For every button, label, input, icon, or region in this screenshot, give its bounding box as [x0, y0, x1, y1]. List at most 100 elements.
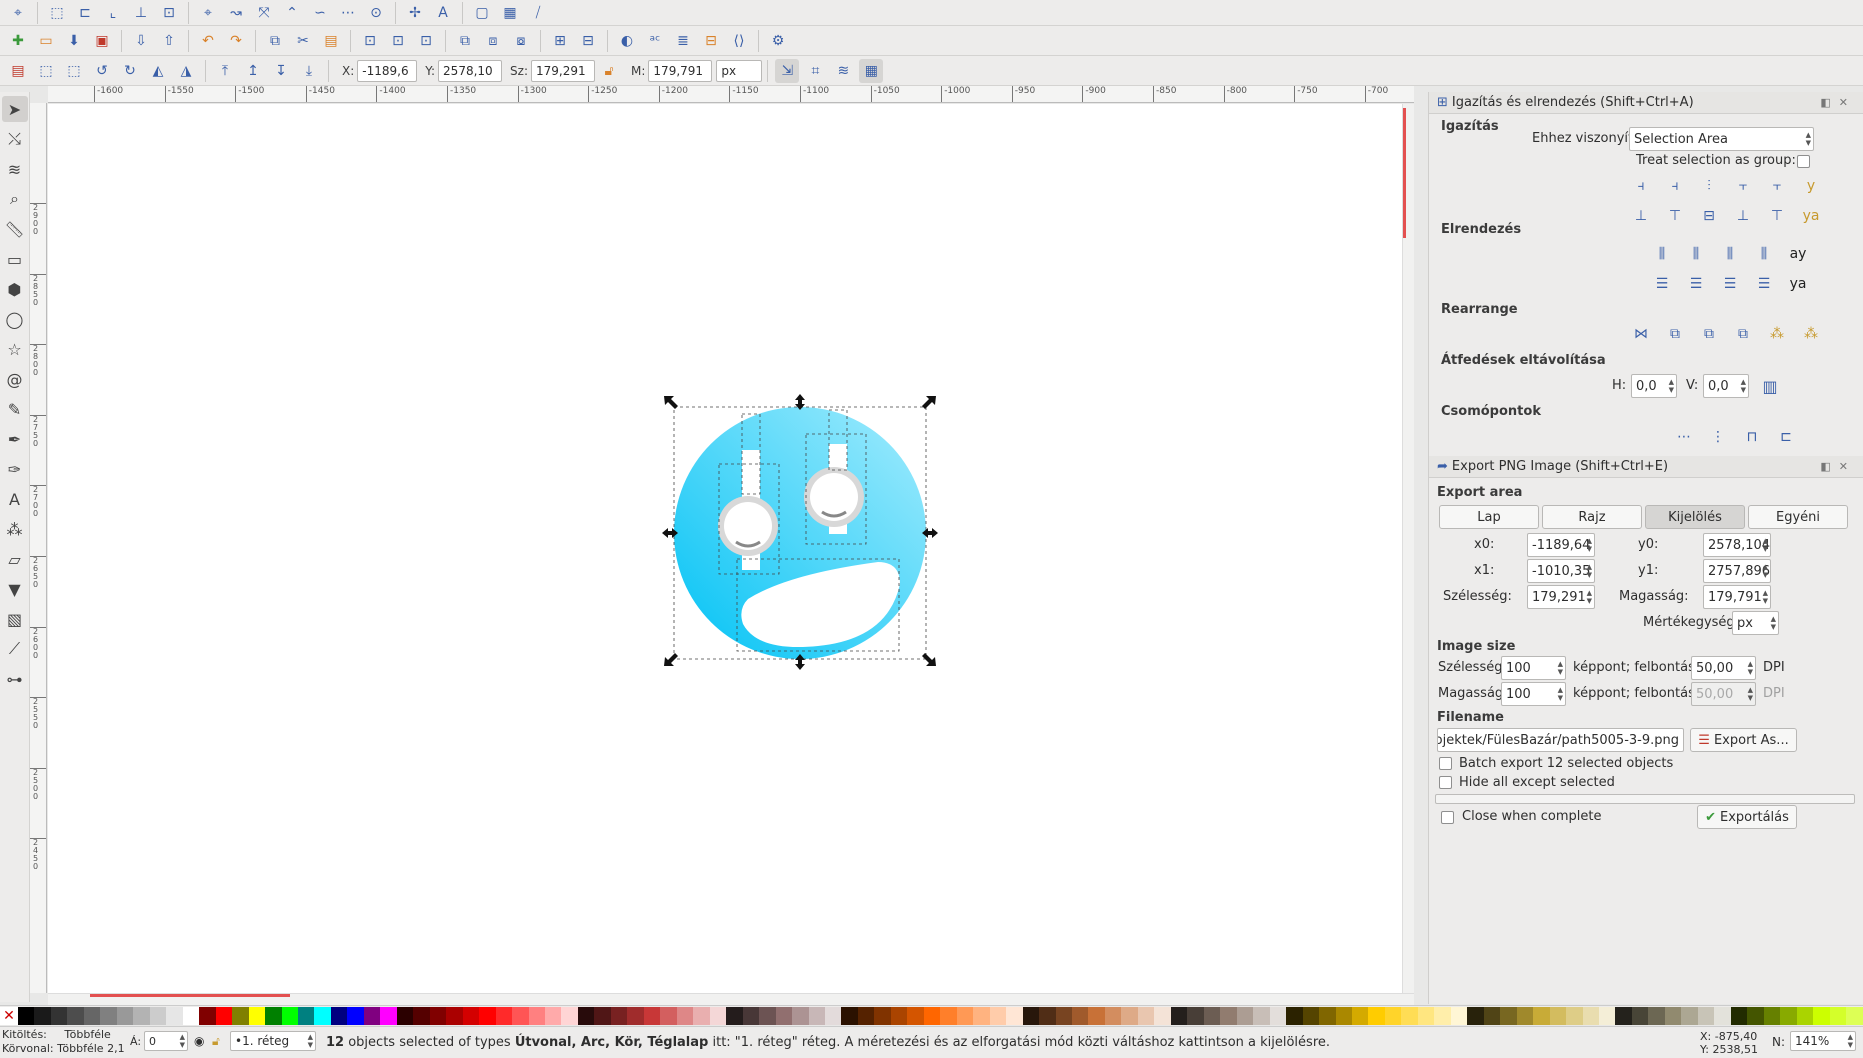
- scale-stroke-icon[interactable]: ⇲: [775, 58, 800, 83]
- gradient-tool-icon[interactable]: ▧: [2, 606, 28, 632]
- rotate-cw-icon[interactable]: ↻: [118, 59, 142, 83]
- text-tool-icon[interactable]: A: [2, 486, 28, 512]
- color-swatch[interactable]: [1384, 1007, 1402, 1025]
- 3dbox-tool-icon[interactable]: ⬢: [2, 276, 28, 302]
- snap-bbox-edge-icon[interactable]: ⊏: [73, 1, 97, 25]
- y-input[interactable]: 2578,10: [438, 59, 503, 82]
- color-swatch[interactable]: [561, 1007, 578, 1025]
- color-swatch[interactable]: [232, 1007, 249, 1025]
- color-swatch[interactable]: [841, 1007, 858, 1025]
- color-swatch[interactable]: [1615, 1007, 1632, 1025]
- snap-bbox-icon[interactable]: ⬚: [45, 1, 69, 25]
- color-swatch[interactable]: [1631, 1007, 1649, 1025]
- color-swatch[interactable]: [676, 1007, 694, 1025]
- horizontal-scrollbar[interactable]: [48, 993, 1414, 1005]
- color-swatch[interactable]: [1516, 1007, 1534, 1025]
- color-swatch[interactable]: [857, 1007, 875, 1025]
- color-swatch[interactable]: [1434, 1007, 1451, 1025]
- color-swatch[interactable]: [1681, 1007, 1698, 1025]
- color-swatch[interactable]: [808, 1007, 825, 1025]
- vertical-ruler[interactable]: 2900 2850 2800 2750 2700 2650 2600 2550 2500 2450: [30, 103, 47, 993]
- color-swatch[interactable]: [1813, 1007, 1830, 1025]
- snap-path-icon[interactable]: ↝: [224, 1, 248, 25]
- color-swatch[interactable]: [709, 1007, 727, 1025]
- export-tab-lap[interactable]: Lap: [1439, 505, 1539, 529]
- color-swatch[interactable]: [297, 1007, 315, 1025]
- layer-select[interactable]: •1. réteg ▲ ▼: [230, 1031, 316, 1051]
- color-swatch[interactable]: [347, 1007, 364, 1025]
- align-panel-title[interactable]: ⊞ Igazítás és elrendezés (Shift+Ctrl+A) …: [1429, 92, 1863, 114]
- close-when-complete-checkbox[interactable]: [1441, 811, 1454, 824]
- color-swatch[interactable]: [1533, 1007, 1550, 1025]
- color-swatch[interactable]: [1599, 1007, 1616, 1025]
- distribute-nodes-horizontal-icon[interactable]: ⊓: [1741, 426, 1763, 448]
- unit-select[interactable]: px ▲ ▼: [1732, 611, 1779, 635]
- raise-to-top-icon[interactable]: ⤒: [213, 59, 237, 83]
- color-swatch[interactable]: [1253, 1007, 1270, 1025]
- distribute-vgaps-icon[interactable]: ☰: [1753, 273, 1775, 295]
- color-swatch[interactable]: [1203, 1007, 1221, 1025]
- save-icon[interactable]: ⬇: [62, 29, 86, 53]
- color-swatch[interactable]: [479, 1007, 496, 1025]
- selector-tool-icon[interactable]: ➤: [1, 96, 28, 122]
- fill-indicator[interactable]: Kitöltés: Többféle: [2, 1028, 111, 1041]
- align-bottom-to-top-icon[interactable]: ⊥: [1630, 205, 1652, 227]
- color-swatch[interactable]: [199, 1007, 216, 1025]
- color-swatch[interactable]: [67, 1007, 84, 1025]
- color-swatch[interactable]: [166, 1007, 183, 1025]
- color-swatch[interactable]: [1582, 1007, 1599, 1025]
- color-swatch[interactable]: [1286, 1007, 1303, 1025]
- distribute-bottom-icon[interactable]: ☰: [1719, 273, 1741, 295]
- color-swatch[interactable]: [528, 1007, 545, 1025]
- dpi-input[interactable]: 50,00 ▲ ▼: [1691, 656, 1756, 680]
- xml-editor-icon[interactable]: ⟨⟩: [727, 29, 751, 53]
- zoom-selection-icon[interactable]: ⊡: [358, 29, 382, 53]
- canvas[interactable]: [48, 104, 1414, 993]
- remove-overlaps-icon[interactable]: ▥: [1759, 374, 1781, 398]
- color-swatch[interactable]: [1236, 1007, 1254, 1025]
- export-tab-kijeloles[interactable]: Kijelölés: [1645, 505, 1745, 529]
- x0-input[interactable]: -1189,64 ▲ ▼: [1527, 533, 1595, 557]
- color-swatch[interactable]: [1549, 1007, 1567, 1025]
- color-swatch[interactable]: [577, 1007, 595, 1025]
- color-swatch[interactable]: [248, 1007, 266, 1025]
- ungroup-icon[interactable]: ⊟: [576, 29, 600, 53]
- color-swatch[interactable]: [182, 1007, 200, 1025]
- snap-grid-icon[interactable]: ▦: [498, 1, 522, 25]
- color-swatch[interactable]: [446, 1007, 463, 1025]
- layer-lock-icon[interactable]: 🔓︎: [212, 1034, 220, 1049]
- snap-text-baseline-icon[interactable]: A: [431, 1, 455, 25]
- layers-icon[interactable]: ≣: [671, 29, 695, 53]
- lock-ratio-icon[interactable]: 🔓︎: [597, 59, 621, 83]
- paste-icon[interactable]: ▤: [319, 29, 343, 53]
- vertical-scrollbar[interactable]: [1402, 104, 1414, 993]
- color-swatch[interactable]: [1648, 1007, 1665, 1025]
- color-swatch[interactable]: [1697, 1007, 1715, 1025]
- color-swatch[interactable]: [50, 1007, 68, 1025]
- treat-group-checkbox[interactable]: [1797, 155, 1810, 168]
- unlink-clone-icon[interactable]: ⧇: [509, 29, 533, 53]
- color-swatch[interactable]: [265, 1007, 282, 1025]
- export-icon[interactable]: ⇧: [157, 29, 181, 53]
- measure-tool-icon[interactable]: 📏︎: [2, 216, 28, 242]
- layer-visibility-icon[interactable]: ◉: [194, 1034, 204, 1048]
- pencil-tool-icon[interactable]: ✎: [2, 396, 28, 422]
- color-swatch[interactable]: [759, 1007, 776, 1025]
- color-swatch[interactable]: [1104, 1007, 1122, 1025]
- paint-bucket-tool-icon[interactable]: ▼: [2, 576, 28, 602]
- overlap-v-input[interactable]: 0,0 ▲ ▼: [1703, 374, 1749, 398]
- snap-guide-icon[interactable]: ⧸: [526, 1, 550, 25]
- snap-bbox-center-icon[interactable]: ⊡: [157, 1, 181, 25]
- color-swatch[interactable]: [363, 1007, 381, 1025]
- color-swatch[interactable]: [1351, 1007, 1369, 1025]
- align-distribute-icon[interactable]: ⊟: [699, 29, 723, 53]
- rect-tool-icon[interactable]: ▭: [2, 246, 28, 272]
- color-swatch[interactable]: [775, 1007, 793, 1025]
- color-swatch[interactable]: [627, 1007, 644, 1025]
- snap-cusp-icon[interactable]: ⌃: [280, 1, 304, 25]
- no-paint-swatch[interactable]: ✕: [0, 1007, 18, 1025]
- snap-bbox-midpoint-icon[interactable]: ⊥: [129, 1, 153, 25]
- graph-layout-icon[interactable]: ⋈: [1630, 323, 1652, 345]
- color-swatch[interactable]: [1846, 1007, 1863, 1025]
- color-swatch[interactable]: [1302, 1007, 1320, 1025]
